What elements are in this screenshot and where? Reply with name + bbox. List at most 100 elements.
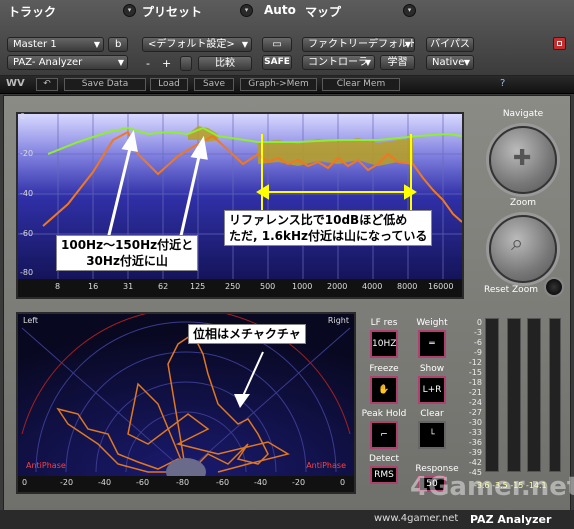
load-button[interactable]: Load <box>150 78 188 91</box>
meter-right <box>507 318 521 472</box>
url-label: www.4gamer.net <box>374 513 459 524</box>
meter-tick: -9 <box>474 348 482 357</box>
weight-label: Weight <box>416 318 448 328</box>
spectrum-display: 0 -20 -40 -60 -80 8 16 31 62 125 250 500… <box>16 112 464 299</box>
meter-tick: -24 <box>468 398 482 407</box>
bypass-button[interactable]: バイパス <box>426 37 474 52</box>
lf-res-label: LF res <box>370 318 398 328</box>
meter-tick: -21 <box>468 388 482 397</box>
track-label: トラック <box>8 5 57 19</box>
map-controller-select[interactable]: コントローラ ▼ <box>302 55 375 70</box>
meter-scale-left: 0 -3 -6 -9 -12 -15 -18 -21 -24 -27 -30 -… <box>466 318 482 478</box>
watermark-logo: 4Gamer.net <box>410 472 574 502</box>
automation-icon[interactable]: ▭ <box>262 37 292 52</box>
show-button[interactable]: L+R <box>418 376 446 404</box>
y-tick: -40 <box>20 189 34 198</box>
auto-label: Auto <box>264 3 296 17</box>
navigate-knob[interactable]: ✚ <box>489 126 557 194</box>
track-slot-button[interactable]: b <box>108 37 128 52</box>
annotation-line: 30Hz付近に山 <box>86 254 168 268</box>
peak-hold-button[interactable]: ⌐ <box>370 421 398 449</box>
save-button[interactable]: Save <box>194 78 234 91</box>
magnifier-icon: ⌕ <box>511 231 524 256</box>
peak-hold-icon: ⌐ <box>380 430 388 440</box>
left-label: Left <box>23 316 39 325</box>
learn-button[interactable]: 学習 <box>380 55 415 70</box>
x-tick: -60 <box>136 478 150 487</box>
x-tick: 8000 <box>397 282 418 291</box>
chevron-down-icon: ▼ <box>93 40 100 49</box>
x-tick: -40 <box>254 478 268 487</box>
safe-button[interactable]: SAFE <box>262 55 292 70</box>
plugin-name: PAZ- Analyzer <box>13 57 83 68</box>
navigate-label: Navigate <box>502 109 544 119</box>
x-tick: -60 <box>216 478 230 487</box>
x-tick: -20 <box>60 478 74 487</box>
plugin-select[interactable]: PAZ- Analyzer ▼ <box>7 55 128 70</box>
track-select[interactable]: Master 1 ▼ <box>7 37 104 52</box>
antiphase-left-label: AntiPhase <box>26 461 66 470</box>
compare-button[interactable]: 比較 <box>198 56 252 71</box>
meter-tick: -30 <box>468 418 482 427</box>
x-tick: 8 <box>55 282 61 291</box>
annotation-line: ただ, 1.6kHz付近は山になっている <box>229 229 428 243</box>
lf-res-button[interactable]: 10HZ <box>370 330 398 358</box>
preset-copy-icon[interactable] <box>180 56 192 71</box>
x-tick: 500 <box>260 282 276 291</box>
annotation-mid-freq: リファレンス比で10dBほど低め ただ, 1.6kHz付近は山になっている <box>224 210 433 246</box>
track-name: Master 1 <box>13 39 57 50</box>
preset-next-button[interactable]: + <box>162 57 171 70</box>
track-menu-button[interactable]: ▾ <box>123 4 136 17</box>
undo-icon[interactable]: ↶ <box>36 78 58 91</box>
plugin-title: PAZ Analyzer <box>470 513 552 526</box>
meter-right-2 <box>549 318 561 472</box>
clear-button[interactable]: └ <box>418 421 446 449</box>
meter-tick: -15 <box>468 368 482 377</box>
chevron-down-icon: ▼ <box>364 58 371 67</box>
preset-select[interactable]: <デフォルト設定> ▼ <box>142 37 252 52</box>
map-controller-label: コントローラ <box>308 57 368 68</box>
map-menu-button[interactable]: ▾ <box>403 4 416 17</box>
detect-button[interactable]: RMS <box>370 466 398 484</box>
map-factory-label: ファクトリーデフォルト <box>308 39 415 50</box>
native-select[interactable]: Native ▼ <box>426 55 474 70</box>
zoom-knob[interactable]: ⌕ <box>489 215 557 283</box>
freeze-button[interactable]: ✋ <box>370 376 398 404</box>
meter-tick: -33 <box>468 428 482 437</box>
x-tick: -20 <box>292 478 306 487</box>
meter-left-2 <box>527 318 541 472</box>
annotation-line: 100Hz〜150Hz付近と <box>61 238 194 252</box>
x-tick: 125 <box>190 282 206 291</box>
record-icon[interactable] <box>553 37 566 50</box>
reset-zoom-button[interactable] <box>544 277 564 297</box>
preset-prev-button[interactable]: - <box>146 57 150 70</box>
preset-menu-button[interactable]: ▾ <box>240 4 253 17</box>
save-data-button[interactable]: Save Data <box>64 78 146 91</box>
antiphase-right-label: AntiPhase <box>306 461 346 470</box>
x-tick: 4000 <box>362 282 383 291</box>
help-icon[interactable]: ? <box>500 78 505 89</box>
x-tick: 16 <box>88 282 99 291</box>
chevron-down-icon: ▼ <box>404 40 411 49</box>
freeze-label: Freeze <box>369 364 399 374</box>
right-label: Right <box>327 316 349 325</box>
waves-logo-icon: WV <box>6 78 25 89</box>
meter-tick: -3 <box>474 328 482 337</box>
preset-name: <デフォルト設定> <box>148 39 235 50</box>
hand-icon: ✋ <box>378 385 390 395</box>
plugin-toolbar: WV ↶ Save Data Load Save Graph->Mem Clea… <box>0 76 574 94</box>
meter-tick: -6 <box>474 338 482 347</box>
zoom-label: Zoom <box>510 198 536 208</box>
weight-button[interactable]: ═ <box>418 330 446 358</box>
x-tick: 2000 <box>327 282 348 291</box>
x-tick: 1000 <box>292 282 313 291</box>
footer-bar: www.4gamer.net PAZ Analyzer <box>0 510 574 529</box>
meter-tick: 0 <box>476 318 482 327</box>
meter-tick: -12 <box>468 358 482 367</box>
graph-to-mem-button[interactable]: Graph->Mem <box>240 78 317 91</box>
clear-mem-button[interactable]: Clear Mem <box>322 78 400 91</box>
map-factory-select[interactable]: ファクトリーデフォルト ▼ <box>302 37 415 52</box>
preset-label: プリセット <box>142 5 203 19</box>
host-header: トラック ▾ プリセット ▾ Auto マップ ▾ Master 1 ▼ b PA… <box>0 0 574 76</box>
meter-tick: -27 <box>468 408 482 417</box>
